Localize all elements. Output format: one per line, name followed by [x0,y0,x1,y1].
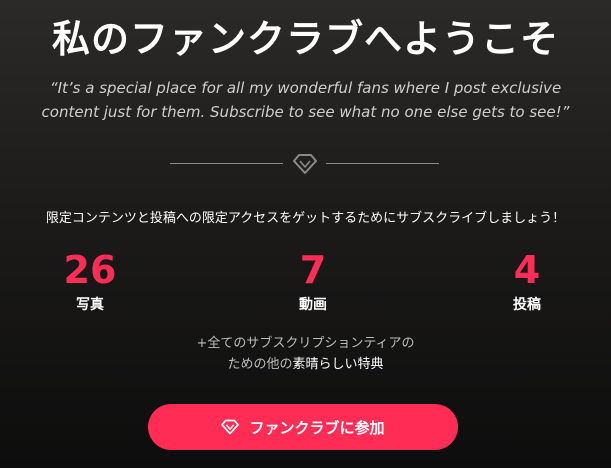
extra-perks: +全てのサブスクリプションティアの ための他の素晴らしい特典 [0,333,611,375]
quote-line-1: “It’s a special place for all my wonderf… [49,79,562,97]
quote-line-2: content just for them. Subscribe to see … [41,103,570,121]
perks-line-2: ための他の素晴らしい特典 [0,354,611,375]
stat-videos: 7 動画 [243,248,383,314]
subscribe-intro: 限定コンテンツと投稿への限定アクセスをゲットするためにサブスクライブしましょう！ [45,211,566,226]
stat-value: 26 [63,248,117,292]
creator-quote: “It’s a special place for all my wonderf… [20,76,591,124]
stat-value: 7 [299,248,327,292]
section-divider [0,152,611,176]
stat-photos: 26 写真 [20,248,160,314]
stat-posts: 4 投稿 [457,248,597,314]
gem-icon [221,419,240,435]
join-button-label: ファンクラブに参加 [249,418,385,437]
stat-label: 動画 [299,297,327,313]
stat-value: 4 [513,248,541,292]
perks-highlight: 素晴らしい特典 [292,357,384,372]
stat-label: 投稿 [513,297,541,313]
perks-text: ための他の [227,357,293,372]
divider-line-left [170,163,283,164]
gem-icon [293,154,317,174]
join-fanclub-button[interactable]: ファンクラブに参加 [148,404,458,450]
perks-line-1: +全てのサブスクリプションティアの [196,336,415,351]
page-title: 私のファンクラブへようこそ [51,17,559,61]
stat-label: 写真 [76,297,104,313]
divider-line-right [326,163,439,164]
